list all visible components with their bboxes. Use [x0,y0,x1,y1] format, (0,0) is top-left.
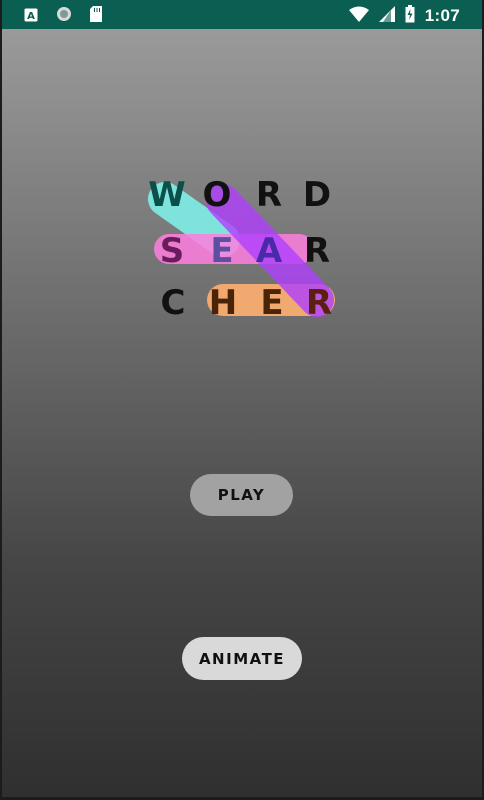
logo-letter: W [148,175,186,215]
main-screen: W O R D S E A R C H E R PLAY ANIMATE [2,29,482,797]
app-frame: A 1:07 W O R D S E A R C H E R PLAY ANIM… [0,0,484,800]
svg-text:A: A [27,11,35,22]
text-a-icon: A [24,7,38,26]
battery-charging-icon [405,5,415,27]
logo-letter: E [210,231,233,271]
word-search-logo: W O R D S E A R C H E R [147,174,347,324]
logo-letter: A [256,231,283,271]
play-button[interactable]: PLAY [190,474,293,516]
logo-letter: O [203,175,232,215]
circle-icon [56,6,72,26]
logo-letter: R [306,283,332,323]
status-left-icons: A [24,6,102,26]
status-bar: A 1:07 [2,0,482,29]
status-time: 1:07 [424,6,460,25]
logo-letter: S [160,231,185,271]
animate-button[interactable]: ANIMATE [182,637,302,680]
sd-card-icon [90,6,102,26]
logo-letter: R [304,231,330,271]
logo-letter: R [256,175,282,215]
signal-icon [378,6,395,26]
logo-letter: D [303,175,331,215]
logo-letter: E [260,283,283,323]
logo-letter: C [161,283,186,323]
wifi-icon [348,6,369,26]
status-right-icons: 1:07 [348,5,460,27]
logo-letter: H [209,283,237,323]
